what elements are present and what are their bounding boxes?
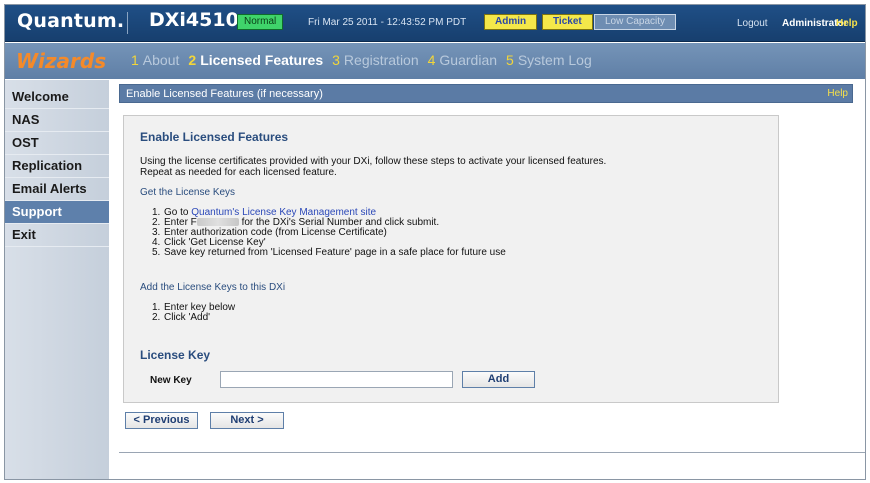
add-keys-heading: Add the License Keys to this DXi (140, 282, 286, 293)
next-button[interactable]: Next > (210, 412, 284, 429)
get-keys-steps: 1. Go to Quantum's License Key Management… (152, 208, 506, 258)
add-keys-steps: 1. Enter key below 2. Click 'Add' (152, 303, 235, 323)
wizard-steps: 1 About 2 Licensed Features 3 Registration … (131, 52, 601, 68)
step-text: Click 'Add' (164, 312, 211, 323)
admin-badge[interactable]: Admin (484, 14, 538, 30)
step-label: Guardian (439, 52, 498, 68)
new-key-label: New Key (150, 375, 192, 386)
wizard-step-bar: Wizards 1 About 2 Licensed Features 3 Regis… (5, 43, 865, 79)
system-model: DXi4510 (149, 9, 239, 31)
section-heading: Enable Licensed Features (140, 130, 289, 144)
wizards-title: Wizards (16, 49, 107, 73)
logout-link[interactable]: Logout (737, 18, 768, 29)
step-text: Save key returned from 'Licensed Feature… (164, 247, 506, 258)
header-divider (127, 12, 128, 34)
add-button[interactable]: Add (462, 371, 535, 388)
help-link-panel[interactable]: Help (827, 88, 848, 99)
step-label: Licensed Features (200, 52, 324, 68)
intro-text: Using the license certificates provided … (140, 156, 606, 178)
step-label: Registration (343, 52, 419, 68)
panel-title: Enable Licensed Features (if necessary) (126, 88, 323, 100)
system-datetime: Fri Mar 25 2011 - 12:43:52 PM PDT (308, 17, 467, 28)
step-number: 5 (506, 52, 514, 68)
sidebar-item-replication[interactable]: Replication (5, 155, 109, 178)
list-item: 2. Click 'Add' (152, 312, 211, 323)
sidebar-item-exit[interactable]: Exit (5, 224, 109, 247)
quantum-logo: Quantum. (17, 10, 125, 32)
sidebar-item-support[interactable]: Support (5, 201, 109, 224)
license-key-heading: License Key (140, 348, 211, 362)
app-window: Quantum. DXi4510 Normal Fri Mar 25 2011 … (4, 4, 866, 480)
intro-line: Repeat as needed for each licensed featu… (140, 167, 337, 178)
previous-button[interactable]: < Previous (125, 412, 198, 429)
sidebar: Welcome NAS OST Replication Email Alerts… (5, 80, 109, 479)
step-about[interactable]: 1 About (131, 52, 179, 68)
get-keys-heading: Get the License Keys (140, 187, 236, 198)
license-content-box: Enable Licensed Features Using the licen… (123, 115, 779, 403)
intro-line: Using the license certificates provided … (140, 156, 607, 167)
panel-header: Enable Licensed Features (if necessary) … (119, 84, 853, 103)
step-label: About (142, 52, 180, 68)
step-label: System Log (517, 52, 592, 68)
footer-divider (119, 452, 865, 453)
step-registration[interactable]: 3 Registration (332, 52, 419, 68)
step-number: 2 (188, 52, 197, 68)
new-key-input[interactable] (220, 371, 453, 388)
list-item: 5. Save key returned from 'Licensed Featu… (152, 247, 506, 258)
step-number: 3 (332, 52, 340, 68)
top-header-bar: Quantum. DXi4510 Normal Fri Mar 25 2011 … (5, 5, 865, 42)
step-number: 1 (131, 52, 139, 68)
step-system-log[interactable]: 5 System Log (506, 52, 592, 68)
status-badge-normal[interactable]: Normal (237, 14, 284, 30)
sidebar-item-nas[interactable]: NAS (5, 109, 109, 132)
step-number: 4 (427, 52, 436, 68)
sidebar-item-ost[interactable]: OST (5, 132, 109, 155)
redacted-serial (196, 218, 239, 226)
sidebar-item-email-alerts[interactable]: Email Alerts (5, 178, 109, 201)
step-guardian[interactable]: 4 Guardian (428, 52, 497, 68)
ticket-badge[interactable]: Ticket (542, 14, 593, 30)
low-capacity-badge[interactable]: Low Capacity (594, 14, 677, 30)
step-licensed-features[interactable]: 2 Licensed Features (188, 52, 323, 68)
help-link-header[interactable]: Help (836, 18, 858, 29)
sidebar-item-welcome[interactable]: Welcome (5, 86, 109, 109)
